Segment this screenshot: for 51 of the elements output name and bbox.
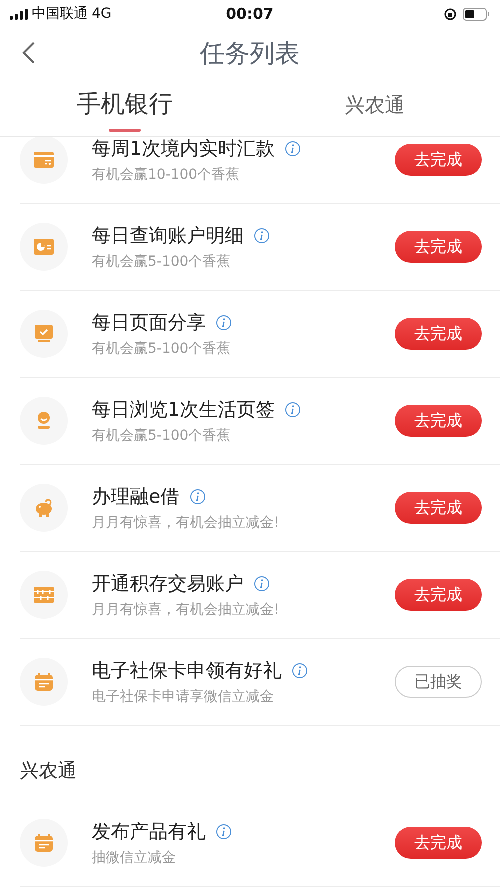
tab[interactable]: 手机银行 (77, 88, 173, 120)
task-title: 发布产品有礼 (92, 820, 206, 845)
info-icon[interactable] (254, 576, 270, 592)
clock-time: 00:07 (226, 5, 274, 23)
complete-button[interactable]: 去完成 (395, 231, 482, 263)
complete-button[interactable]: 去完成 (395, 405, 482, 437)
task-title: 每日页面分享 (92, 311, 206, 336)
info-icon[interactable] (292, 663, 308, 679)
task-title: 每周1次境内实时汇款 (92, 137, 276, 162)
tab-indicator (109, 129, 141, 132)
task-description: 有机会赢5-100个香蕉 (92, 340, 232, 358)
task-description: 有机会赢5-100个香蕉 (92, 427, 232, 445)
complete-button[interactable]: 去完成 (395, 318, 482, 350)
task-title: 开通积存交易账户 (92, 572, 244, 597)
calendar-icon (20, 658, 68, 706)
page-title: 任务列表 (200, 38, 300, 70)
info-icon[interactable] (190, 489, 206, 505)
task-description: 有机会赢10-100个香蕉 (92, 166, 241, 184)
info-icon[interactable] (285, 402, 302, 418)
task-description: 抽微信立减金 (92, 849, 177, 867)
battery-icon (463, 8, 490, 20)
claimed-button[interactable]: 已抽奖 (395, 666, 482, 698)
abacus-icon (20, 571, 68, 619)
task-title: 办理融e借 (92, 485, 180, 510)
monitor-check-icon (20, 310, 68, 358)
signal-icon (10, 8, 28, 20)
carrier-name: 中国联通 (32, 5, 88, 23)
complete-button[interactable]: 去完成 (395, 492, 482, 524)
task-title: 电子社保卡申领有好礼 (92, 659, 282, 684)
card-transfer-icon (20, 137, 68, 184)
network-type: 4G (92, 6, 112, 22)
info-icon[interactable] (285, 141, 302, 157)
complete-button[interactable]: 去完成 (395, 144, 482, 176)
person-icon (20, 397, 68, 445)
info-icon[interactable] (254, 228, 270, 244)
section-heading: 兴农通 (19, 759, 78, 784)
rotation-lock-icon (444, 8, 457, 20)
task-description: 月月有惊喜，有机会抽立减金! (92, 514, 281, 532)
complete-button[interactable]: 去完成 (395, 579, 482, 611)
task-description: 电子社保卡申请享微信立减金 (92, 688, 275, 706)
tab[interactable]: 兴农通 (345, 92, 405, 119)
info-icon[interactable] (216, 824, 232, 840)
complete-button[interactable]: 去完成 (395, 827, 482, 859)
pie-chart-card-icon (20, 223, 68, 271)
task-description: 月月有惊喜，有机会抽立减金! (92, 601, 281, 619)
task-title: 每日浏览1次生活页签 (92, 398, 276, 423)
task-title: 每日查询账户明细 (92, 224, 244, 249)
calendar-icon (20, 819, 68, 867)
piggy-bank-icon (20, 484, 68, 532)
task-description: 有机会赢5-100个香蕉 (92, 253, 232, 271)
info-icon[interactable] (216, 315, 232, 331)
